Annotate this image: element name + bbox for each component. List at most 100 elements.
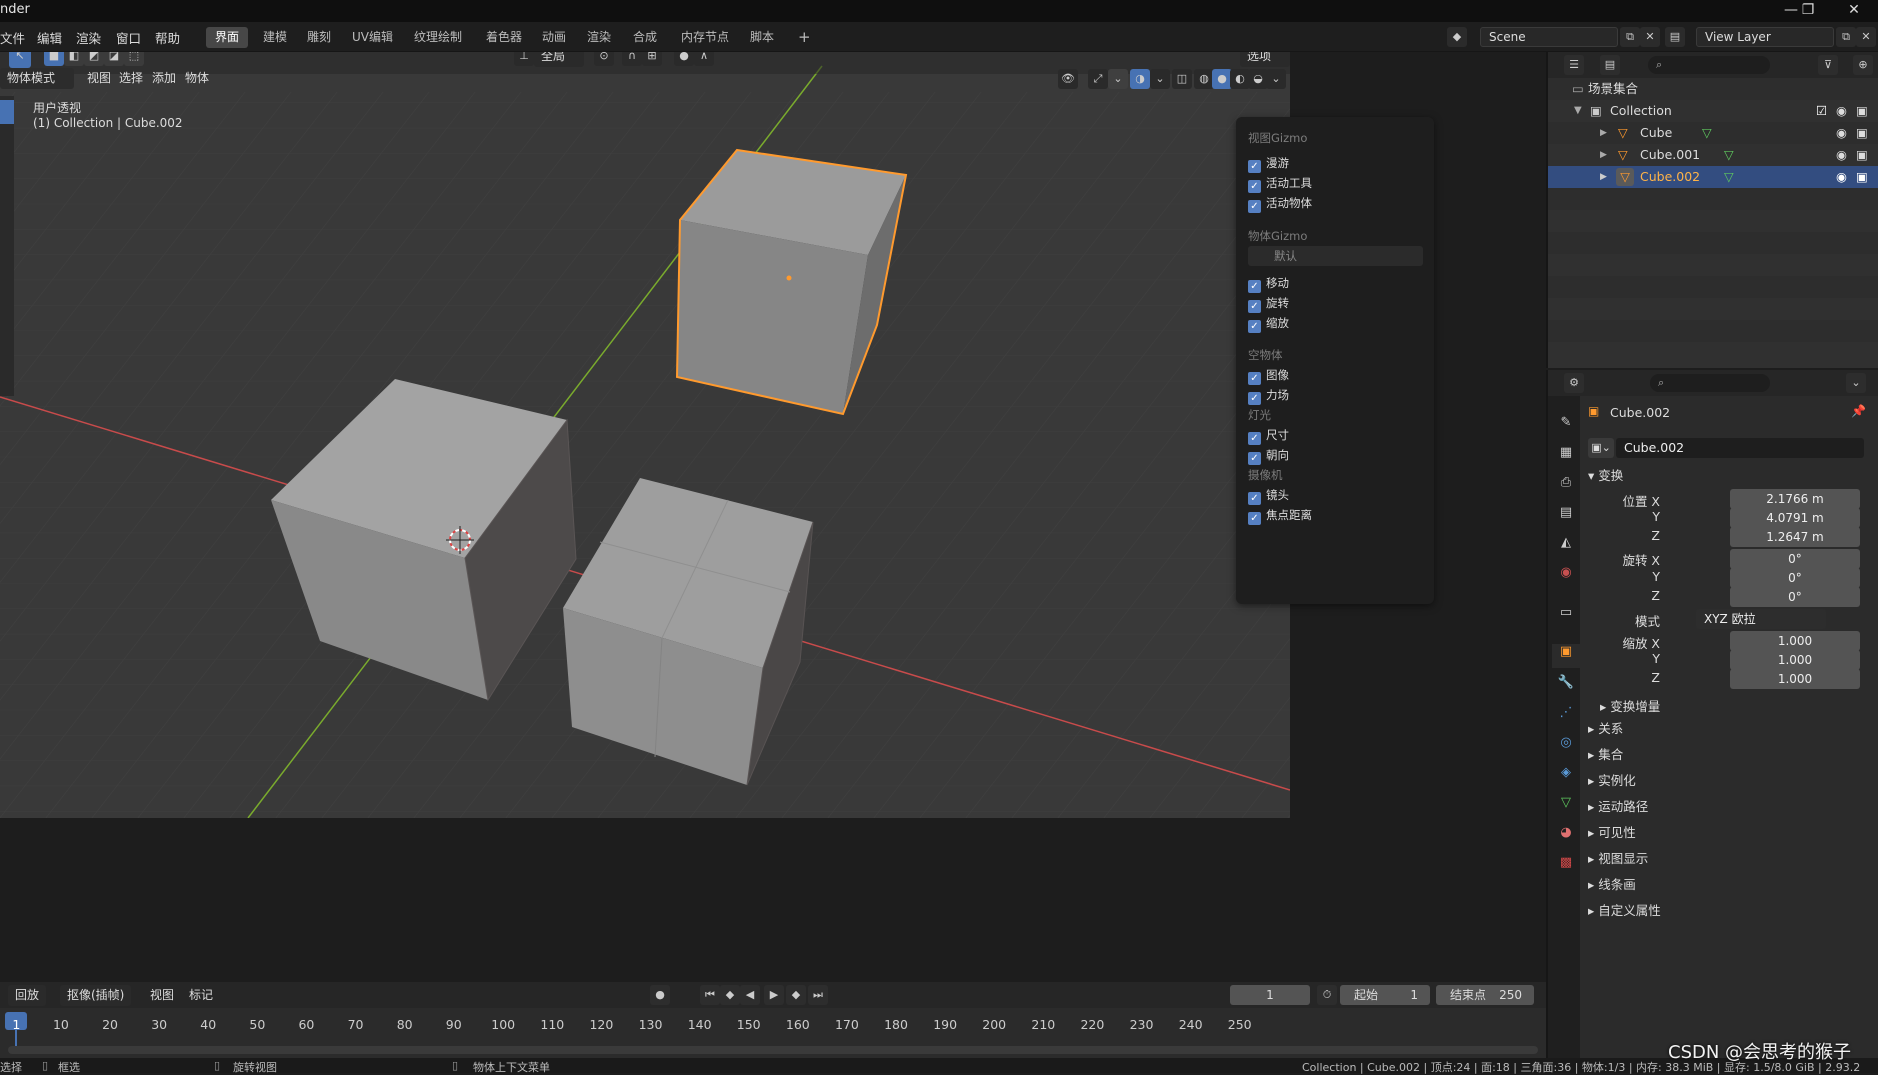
delta-transform-panel[interactable]: ▸ 变换增量 [1600,696,1660,715]
expand-icon[interactable]: ▶ [1600,122,1607,144]
select-subtract-icon[interactable]: ◩ [84,52,104,66]
menu-file[interactable]: 文件 [0,28,25,47]
transform-orientation-select[interactable]: 全局 [534,52,584,67]
menu-edit[interactable]: 编辑 [37,28,62,47]
gizmo-direction-checkbox[interactable]: ✓ 朝向 [1248,447,1289,465]
display-mode-icon[interactable]: ▤ [1600,55,1620,75]
gizmo-active-object-checkbox[interactable]: ✓ 活动物体 [1248,195,1312,213]
mesh-data-icon[interactable]: ▽ [1724,144,1734,166]
particles-tab-icon[interactable]: ⋰ [1555,705,1577,729]
timeline-scrollbar[interactable] [8,1046,1538,1054]
outliner-row-cube[interactable]: ▶ ▽ Cube ▽ ◉ ▣ [1548,122,1878,144]
current-frame-field[interactable]: 1 [1230,985,1310,1005]
camera-icon[interactable]: ▣ [1856,166,1868,188]
view-layer-field[interactable]: View Layer [1696,27,1834,47]
tab-texture-paint[interactable]: 纹理绘制 [405,27,471,48]
render-tab-icon[interactable]: ▦ [1555,445,1577,469]
close-icon[interactable]: ✕ [1834,0,1874,22]
jump-end-icon[interactable]: ⏭ [808,985,828,1005]
outliner-search-input[interactable]: ⌕ [1648,56,1770,74]
pin-icon[interactable]: 📌 [1851,404,1866,418]
location-y-field[interactable]: 4.0791 m [1730,508,1860,528]
prev-keyframe-icon[interactable]: ◆ [720,985,740,1005]
gizmo-dropdown-icon[interactable]: ⌄ [1108,69,1128,89]
select-extend-icon[interactable]: ◧ [64,52,84,66]
tab-rendering[interactable]: 渲染 [578,27,620,48]
tab-sculpting[interactable]: 雕刻 [298,27,340,48]
expand-icon[interactable]: ▶ [1600,166,1607,188]
add-workspace-button[interactable]: + [789,27,820,48]
jump-start-icon[interactable]: ⏮ [700,985,720,1005]
gizmo-orientation-select[interactable]: 默认 [1248,246,1423,266]
visibility-icon[interactable]: 👁 [1058,69,1078,89]
mesh-data-icon[interactable]: ▽ [1724,166,1734,188]
mesh-data-tab-icon[interactable]: ▽ [1555,795,1577,819]
playback-menu[interactable]: 回放 [8,985,47,1006]
outliner-editor-icon[interactable]: ☰ [1564,55,1584,75]
auto-key-icon[interactable]: ● [650,985,670,1005]
relations-panel[interactable]: ▸ 关系 [1588,718,1623,737]
tab-geometry-nodes[interactable]: 内存节点 [672,27,738,48]
scale-x-field[interactable]: 1.000 [1730,631,1860,651]
constraints-tab-icon[interactable]: ◈ [1555,765,1577,789]
tab-layout[interactable]: 界面 [206,27,249,48]
end-frame-field[interactable]: 结束点 250 [1436,985,1534,1005]
pivot-icon[interactable]: ⊙ [594,52,614,66]
play-icon[interactable]: ▶ [764,985,784,1005]
tab-shading[interactable]: 着色器 [477,27,531,48]
object-name-field[interactable]: Cube.002 [1616,438,1864,458]
menu-object[interactable]: 物体 [178,68,216,89]
gizmo-force-field-checkbox[interactable]: ✓ 力场 [1248,387,1289,405]
gizmo-image-checkbox[interactable]: ✓ 图像 [1248,367,1289,385]
view-layer-copy-icon[interactable]: ⧉ [1836,27,1856,47]
wireframe-icon[interactable]: ◍ [1194,69,1214,89]
tab-modeling[interactable]: 建模 [254,27,296,48]
select-new-icon[interactable]: ■ [44,52,64,66]
tab-compositing[interactable]: 合成 [624,27,666,48]
gizmo-active-tool-checkbox[interactable]: ✓ 活动工具 [1248,175,1312,193]
rotation-mode-select[interactable]: XYZ 欧拉 [1696,609,1826,629]
location-z-field[interactable]: 1.2647 m [1730,527,1860,547]
camera-icon[interactable]: ▣ [1856,144,1868,166]
object-mode-select[interactable]: 物体模式 [0,68,74,89]
solid-shading-icon[interactable]: ● [1212,69,1232,89]
play-reverse-icon[interactable]: ◀ [740,985,760,1005]
camera-icon[interactable]: ▣ [1856,122,1868,144]
shading-dropdown-icon[interactable]: ⌄ [1266,69,1286,89]
eye-icon[interactable]: ◉ [1836,166,1847,188]
gizmo-lens-checkbox[interactable]: ✓ 镜头 [1248,487,1289,505]
instancing-panel[interactable]: ▸ 实例化 [1588,770,1636,789]
viewport-display-panel[interactable]: ▸ 视图显示 [1588,848,1648,867]
eye-icon[interactable]: ◉ [1836,100,1847,122]
properties-editor-icon[interactable]: ⚙ [1564,373,1584,393]
line-art-panel[interactable]: ▸ 线条画 [1588,874,1636,893]
collection-include-checkbox[interactable]: ☑ [1816,100,1827,122]
collections-panel[interactable]: ▸ 集合 [1588,744,1623,763]
tab-animation[interactable]: 动画 [533,27,575,48]
material-tab-icon[interactable]: ◕ [1555,825,1577,849]
rotation-x-field[interactable]: 0° [1730,549,1860,569]
tab-uv-editing[interactable]: UV编辑 [343,27,402,48]
xray-icon[interactable]: ◫ [1172,69,1192,89]
scene-icon[interactable]: ◆ [1447,27,1467,47]
object-browse-icon[interactable]: ▣⌄ [1588,438,1614,458]
select-invert-icon[interactable]: ◪ [104,52,124,66]
timeline-view-menu[interactable]: 视图 [143,985,181,1006]
overlay-dropdown-icon[interactable]: ⌄ [1150,69,1170,89]
properties-options-icon[interactable]: ⌄ [1846,373,1866,393]
gizmo-move-checkbox[interactable]: ✓ 移动 [1248,275,1289,293]
rotation-z-field[interactable]: 0° [1730,587,1860,607]
motion-paths-panel[interactable]: ▸ 运动路径 [1588,796,1648,815]
eye-icon[interactable]: ◉ [1836,122,1847,144]
toolbar-select-icon[interactable] [0,100,14,124]
gizmo-focus-distance-checkbox[interactable]: ✓ 焦点距离 [1248,507,1312,525]
gizmo-scale-checkbox[interactable]: ✓ 缩放 [1248,315,1289,333]
gizmo-size-checkbox[interactable]: ✓ 尺寸 [1248,427,1289,445]
start-frame-field[interactable]: 起始 1 [1340,985,1430,1005]
mesh-data-icon[interactable]: ▽ [1702,122,1712,144]
visibility-panel[interactable]: ▸ 可见性 [1588,822,1636,841]
falloff-icon[interactable]: ∧ [694,52,714,66]
camera-icon[interactable]: ▣ [1856,100,1868,122]
outliner-row-scene-collection[interactable]: ▭ 场景集合 [1548,78,1878,100]
rotation-y-field[interactable]: 0° [1730,568,1860,588]
